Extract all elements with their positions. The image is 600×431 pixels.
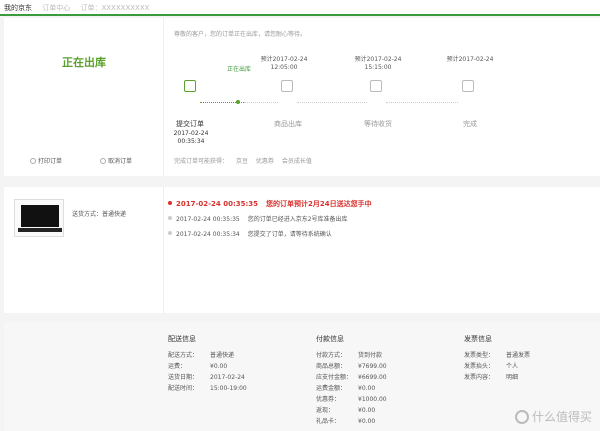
invoice-title: 发票信息 [464,335,492,343]
print-icon [30,158,36,164]
delivery-title: 配送信息 [168,335,196,343]
step-1-datetime: 2017-02-24 00:35:34 [173,130,209,145]
delivery-info: 配送信息 配送方式： 普通快递 运费： ¥0.00 送货日期： 2017-02-24 … [168,335,247,392]
step-2-label: 商品出库 [274,120,302,128]
rewards-row: 完成订单可能获得： 京豆 优惠券 会员成长值 [174,156,318,165]
rewards-coupon: 优惠券 [255,158,274,165]
order-status-title: 正在出库 [62,56,106,69]
breadcrumb: 我的京东 订单中心 订单：XXXXXXXXXX [0,0,600,16]
step-2-estimate: 预计2017-02-24 12:05:00 [260,56,308,71]
cancel-order-label: 取消订单 [108,158,133,165]
active-step-label: 正在出库 [226,66,251,73]
tracking-event: 2017-02-24 00:35:34 您提交了订单，请等待系统确认 [168,229,332,238]
step-1-label: 提交订单 [176,120,204,128]
order-info-card: 配送信息 配送方式： 普通快递 运费： ¥0.00 送货日期： 2017-02-24 … [4,322,600,431]
watermark: 什么值得买 [514,408,592,425]
step-4-label: 完成 [463,120,477,128]
print-order-button[interactable]: 打印订单 [30,156,62,165]
tracking-event: 2017-02-24 00:35:35 您的订单预计2月24日送达您手中 [168,199,372,209]
watermark-icon [514,410,529,424]
cancel-order-button[interactable]: 取消订单 [100,156,132,165]
order-status-card: 正在出库 打印订单 取消订单 尊敬的客户，您的订单正在出库，请您耐心等待。 正在… [4,18,600,176]
product-box: 送货方式：普通快递 [4,187,164,313]
rewards-prefix: 完成订单可能获得： [174,158,229,165]
rewards-growth: 会员成长值 [281,158,312,165]
rewards-jingdou: 京豆 [235,158,248,165]
print-order-label: 打印订单 [38,158,63,165]
step-4-estimate: 预计2017-02-24 [446,56,494,63]
cancel-icon [100,158,106,164]
status-summary: 正在出库 打印订单 取消订单 [4,18,164,176]
product-thumbnail[interactable] [14,199,64,237]
tracking-event: 2017-02-24 00:35:35 您的订单已经进入京东2号库准备出库 [168,214,348,223]
tracking-card: 送货方式：普通快递 2017-02-24 00:35:35 您的订单预计2月24日… [4,187,600,313]
status-notice: 尊敬的客户，您的订单正在出库，请您耐心等待。 [174,31,307,38]
invoice-info: 发票信息 发票类型： 普通发票 发票抬头： 个人 发票内容： 明细 [464,335,531,381]
ship-method: 送货方式：普通快递 [72,211,127,218]
connector-4 [386,102,458,103]
step-3-estimate: 预计2017-02-24 15:15:00 [354,56,402,71]
payment-info: 付款信息 付款方式： 货到付款 商品总额： ¥7699.00 应支付金额： ¥6699… [316,335,387,425]
breadcrumb-home[interactable]: 我的京东 [4,4,32,12]
connector-2 [244,102,278,103]
truck-icon [370,80,382,92]
payment-title: 付款信息 [316,335,344,343]
package-icon [281,80,293,92]
progress-dot [236,100,240,104]
breadcrumb-order-center[interactable]: 订单中心 [42,4,70,12]
connector-3 [297,102,367,103]
breadcrumb-order-id: 订单：XXXXXXXXXX [80,4,150,12]
complete-icon [462,80,474,92]
submit-order-icon [184,80,196,92]
step-3-label: 等待收货 [364,120,392,128]
